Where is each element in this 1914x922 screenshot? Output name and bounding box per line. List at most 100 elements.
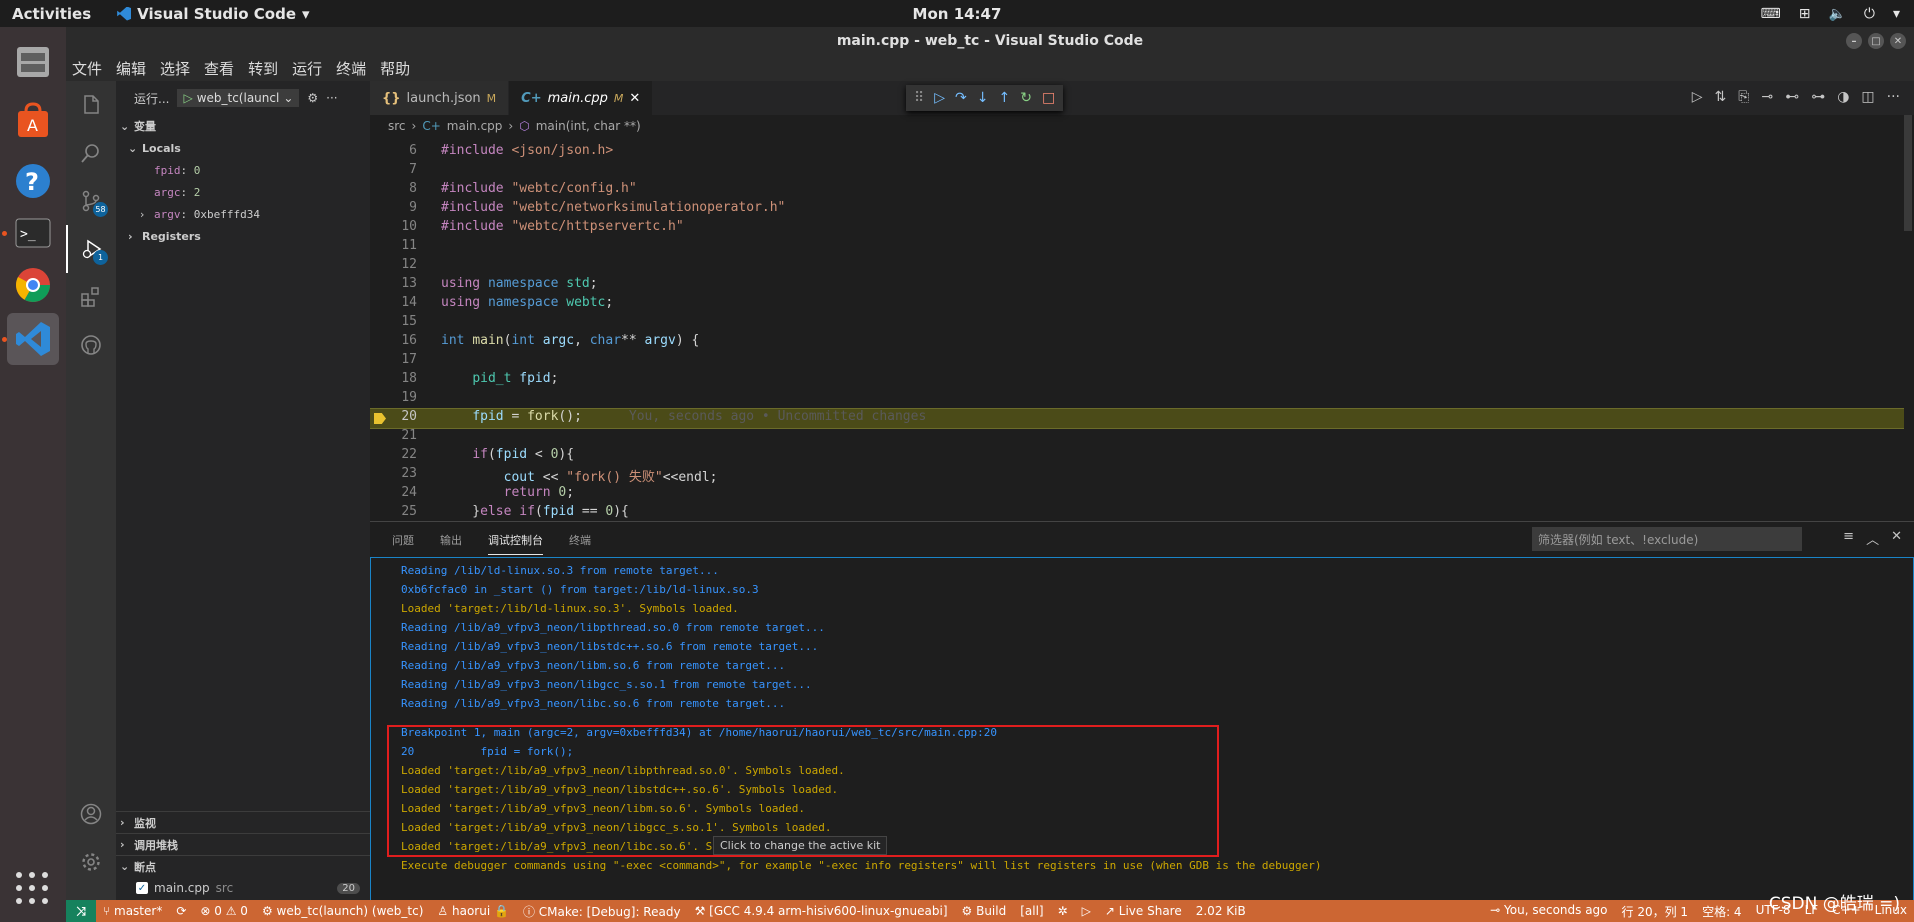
breakpoints-header[interactable]: ⌄ 断点 bbox=[116, 855, 370, 877]
code-line[interactable]: 12 bbox=[370, 257, 1904, 276]
source-control-icon[interactable]: 58 bbox=[66, 177, 116, 225]
git-blame-status[interactable]: ⊸ You, seconds ago bbox=[1483, 903, 1614, 920]
account-icon[interactable] bbox=[66, 790, 116, 838]
variables-header[interactable]: ⌄ 变量 bbox=[116, 115, 370, 137]
sync-icon[interactable]: ⟳ bbox=[169, 904, 193, 918]
restart-icon[interactable]: ↻ bbox=[1020, 90, 1032, 106]
code-line[interactable]: 8 #include "webtc/config.h" bbox=[370, 181, 1904, 200]
breakpoint-row[interactable]: ✓ main.cpp src 20 bbox=[116, 877, 370, 899]
code-line[interactable]: 6 #include <json/json.h> bbox=[370, 143, 1904, 162]
breadcrumb-file[interactable]: main.cpp bbox=[447, 119, 503, 133]
code-editor[interactable]: 5 6 #include <json/json.h> 7 8 #include "web… bbox=[370, 137, 1904, 521]
code-line[interactable]: 24 return 0; bbox=[370, 485, 1904, 504]
git-commit-icon[interactable]: ⊸ bbox=[1761, 89, 1773, 105]
code-line[interactable]: 13 using namespace std; bbox=[370, 276, 1904, 295]
continue-icon[interactable]: ▷ bbox=[934, 90, 945, 106]
next-change-icon[interactable]: ⊶ bbox=[1811, 89, 1825, 105]
debug-console-output[interactable]: Reading /lib/ld-linux.so.3 from remote t… bbox=[370, 557, 1914, 901]
cursor-position[interactable]: 行 20，列 1 bbox=[1615, 903, 1696, 920]
code-line[interactable]: 19 bbox=[370, 390, 1904, 409]
drag-handle-icon[interactable]: ⠿ bbox=[914, 90, 924, 106]
git-compare-icon[interactable]: ⇅ bbox=[1715, 89, 1727, 105]
debug-config-status[interactable]: ⚙ web_tc(launch) (web_tc) bbox=[255, 904, 430, 918]
tab-main-cpp[interactable]: C+ main.cpp M ✕ bbox=[509, 81, 654, 115]
menu-selection[interactable]: 选择 bbox=[160, 58, 190, 79]
activities-button[interactable]: Activities bbox=[12, 5, 91, 23]
variable-row[interactable]: argc: 2 bbox=[116, 181, 370, 203]
tab-debug-console[interactable]: 调试控制台 bbox=[488, 532, 543, 555]
menu-edit[interactable]: 编辑 bbox=[116, 58, 146, 79]
system-tray[interactable]: ⌨ ⊞ 🔈 ⏻ ▾ bbox=[1761, 6, 1901, 22]
code-line[interactable]: 22 if(fpid < 0){ bbox=[370, 447, 1904, 466]
extensions-icon[interactable] bbox=[66, 273, 116, 321]
play-icon[interactable]: ▷ bbox=[183, 91, 192, 105]
keyboard-icon[interactable]: ⌨ bbox=[1761, 6, 1781, 22]
menu-view[interactable]: 查看 bbox=[204, 58, 234, 79]
clock[interactable]: Mon 14:47 bbox=[913, 5, 1002, 23]
launch-target-icon[interactable]: ▷ bbox=[1075, 904, 1098, 918]
code-line[interactable]: 17 bbox=[370, 352, 1904, 371]
scrollbar[interactable] bbox=[1904, 115, 1912, 231]
code-line[interactable]: 21 bbox=[370, 428, 1904, 447]
network-icon[interactable]: ⊞ bbox=[1799, 6, 1811, 22]
code-line[interactable]: 23 cout << "fork() 失败"<<endl; bbox=[370, 466, 1904, 485]
debug-target-icon[interactable]: ✲ bbox=[1051, 904, 1075, 918]
timeline-icon[interactable]: ◑ bbox=[1837, 89, 1849, 105]
remote-icon[interactable]: ⤨ bbox=[66, 900, 96, 922]
clear-console-icon[interactable]: ≡ bbox=[1843, 529, 1854, 548]
menu-help[interactable]: 帮助 bbox=[380, 58, 410, 79]
code-line[interactable]: 18 pid_t fpid; bbox=[370, 371, 1904, 390]
power-icon[interactable]: ⏻ bbox=[1864, 6, 1875, 22]
code-line[interactable]: 14 using namespace webtc; bbox=[370, 295, 1904, 314]
menu-file[interactable]: 文件 bbox=[72, 58, 102, 79]
git-branch[interactable]: ⑂ master* bbox=[96, 904, 169, 918]
search-icon[interactable] bbox=[66, 129, 116, 177]
code-line[interactable]: 15 bbox=[370, 314, 1904, 333]
code-line[interactable]: 7 bbox=[370, 162, 1904, 181]
breadcrumb-symbol[interactable]: main(int, char **) bbox=[536, 119, 641, 133]
build-target[interactable]: [all] bbox=[1013, 904, 1050, 918]
open-changes-icon[interactable]: ⎘ bbox=[1738, 89, 1749, 105]
variable-row[interactable]: › argv: 0xbefffd34 bbox=[116, 203, 370, 225]
maximize-panel-icon[interactable]: ︿ bbox=[1866, 529, 1879, 548]
run-icon[interactable]: ▷ bbox=[1692, 89, 1703, 105]
menu-run[interactable]: 运行 bbox=[292, 58, 322, 79]
kit-status[interactable]: ⚒ [GCC 4.9.4 arm-hisiv600-linux-gnueabi] bbox=[688, 904, 955, 918]
variable-row[interactable]: fpid: 0 bbox=[116, 159, 370, 181]
build-button[interactable]: ⚙ Build bbox=[955, 904, 1014, 918]
close-icon[interactable]: ✕ bbox=[629, 91, 640, 106]
more-icon[interactable]: ··· bbox=[1887, 89, 1900, 105]
show-apps-icon[interactable] bbox=[16, 872, 50, 906]
tab-output[interactable]: 输出 bbox=[440, 532, 462, 548]
registers-scope[interactable]: › Registers bbox=[116, 225, 370, 247]
step-into-icon[interactable]: ↓ bbox=[977, 90, 989, 106]
maximize-icon[interactable]: □ bbox=[1868, 33, 1884, 49]
minimize-icon[interactable]: – bbox=[1846, 33, 1862, 49]
breadcrumb-folder[interactable]: src bbox=[388, 119, 406, 133]
app-menu[interactable]: Visual Studio Code ▾ bbox=[117, 5, 310, 23]
code-line[interactable]: 11 bbox=[370, 238, 1904, 257]
locals-scope[interactable]: ⌄ Locals bbox=[116, 137, 370, 159]
dock-vscode[interactable] bbox=[7, 313, 59, 365]
code-line[interactable]: 10 #include "webtc/httpservertc.h" bbox=[370, 219, 1904, 238]
problems-status[interactable]: ⊗ 0 ⚠ 0 bbox=[193, 904, 255, 918]
dock-terminal[interactable]: >_ bbox=[7, 207, 59, 259]
launch-config-select[interactable]: ▷ web_tc(launcl ⌄ bbox=[177, 89, 300, 107]
gear-icon[interactable]: ⚙ bbox=[307, 91, 318, 105]
step-over-icon[interactable]: ↷ bbox=[955, 90, 967, 106]
indentation[interactable]: 空格: 4 bbox=[1695, 903, 1749, 920]
close-icon[interactable]: ✕ bbox=[1891, 529, 1902, 548]
previous-change-icon[interactable]: ⊷ bbox=[1785, 89, 1799, 105]
checkbox-icon[interactable]: ✓ bbox=[136, 882, 148, 894]
filter-input[interactable]: 筛选器(例如 text、!exclude) bbox=[1532, 527, 1802, 551]
chevron-down-icon[interactable]: ▾ bbox=[1893, 6, 1900, 22]
dock-chrome[interactable] bbox=[7, 259, 59, 311]
stop-icon[interactable]: □ bbox=[1042, 90, 1055, 106]
more-icon[interactable]: ··· bbox=[326, 91, 337, 105]
user-status[interactable]: ♙ haorui 🔒 bbox=[430, 904, 516, 918]
live-share-button[interactable]: ↗ Live Share bbox=[1098, 904, 1189, 918]
gear-icon[interactable] bbox=[66, 838, 116, 886]
tab-launch-json[interactable]: {} launch.json M bbox=[370, 81, 510, 115]
tab-terminal[interactable]: 终端 bbox=[569, 532, 591, 548]
cmake-status[interactable]: ⓘ CMake: [Debug]: Ready bbox=[516, 903, 688, 920]
